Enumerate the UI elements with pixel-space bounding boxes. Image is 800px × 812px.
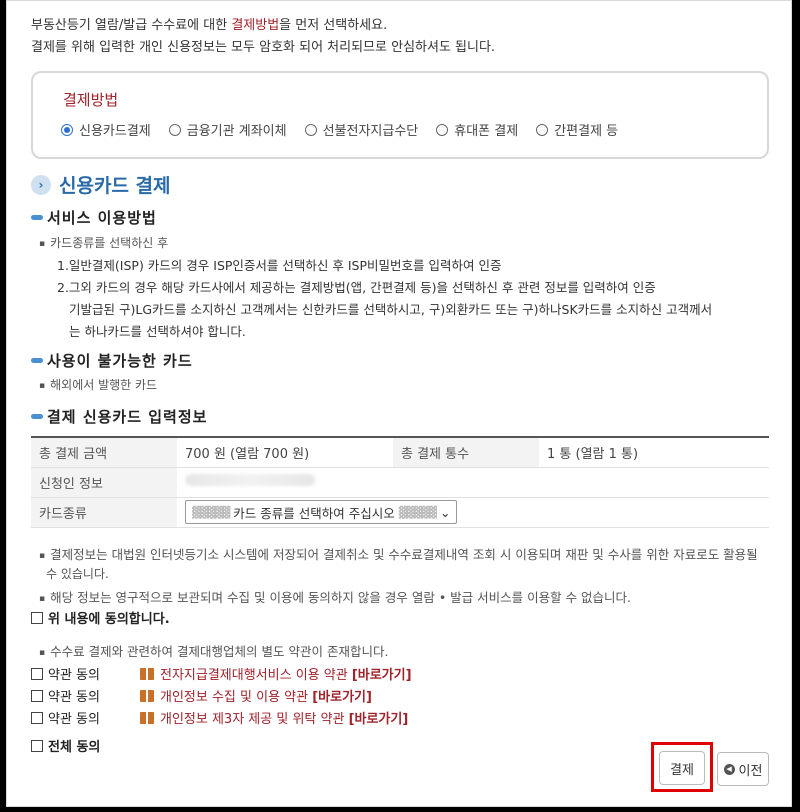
intro-accent: 결제방법 bbox=[231, 18, 280, 33]
applicant-label: 신청인 정보 bbox=[31, 467, 177, 498]
total-count-value: 1 통 (열람 1 통) bbox=[539, 437, 769, 468]
notice-1-line-1: 결제정보는 대법원 인터넷등기소 시스템에 저장되어 결제취소 및 수수료결제내… bbox=[39, 544, 758, 563]
card-info-title: 결제 신용카드 입력정보 bbox=[31, 406, 207, 427]
radio-button[interactable] bbox=[536, 123, 549, 136]
term-checkbox[interactable] bbox=[31, 689, 43, 702]
payment-page: 부동산등기 열람/발급 수수료에 대한 결제방법을 먼저 선택하세요. 결제를 … bbox=[6, 0, 792, 807]
bullet-pill-icon bbox=[31, 358, 43, 363]
card-type-select[interactable]: ▓▓▓▓▓ 카드 종류를 선택하여 주십시오 ▓▓▓▓▓ ⌄ bbox=[185, 500, 458, 524]
pay-button[interactable]: 결제 bbox=[659, 751, 705, 785]
radio-button[interactable] bbox=[304, 123, 317, 136]
radio-bank-transfer[interactable]: 금융기관 계좌이체 bbox=[168, 120, 287, 139]
book-icon bbox=[140, 667, 154, 680]
radio-button[interactable] bbox=[168, 123, 181, 136]
redacted-info bbox=[185, 474, 315, 486]
service-usage-item-2: 2.그외 카드의 경우 해당 카드사에서 제공하는 결제방법(앱, 간편결제 등… bbox=[57, 280, 656, 295]
prev-button[interactable]: ◀ 이전 bbox=[717, 752, 769, 786]
payment-method-box: 결제방법 신용카드결제 금융기관 계좌이체 선불전자지급수단 휴대폰 결제 간편… bbox=[31, 71, 769, 159]
payment-method-title: 결제방법 bbox=[63, 91, 119, 109]
back-arrow-icon: ◀ bbox=[723, 763, 735, 775]
chevron-right-icon: › bbox=[31, 174, 51, 195]
table-row: 신청인 정보 bbox=[31, 467, 769, 498]
radio-easy-pay[interactable]: 간편결제 등 bbox=[536, 120, 618, 139]
payment-method-options: 신용카드결제 금융기관 계좌이체 선불전자지급수단 휴대폰 결제 간편결제 등 bbox=[61, 120, 636, 139]
service-usage-title: 서비스 이용방법 bbox=[31, 207, 157, 228]
term-checkbox[interactable] bbox=[31, 711, 43, 724]
unavailable-title: 사용이 불가능한 카드 bbox=[31, 350, 193, 371]
term-link[interactable]: 개인정보 수집 및 이용 약관 [바로가기] bbox=[160, 686, 372, 705]
intro-text: 부동산등기 열람/발급 수수료에 대한 결제방법을 먼저 선택하세요. 결제를 … bbox=[31, 15, 495, 59]
card-info-table: 총 결제 금액 700 원 (열람 700 원) 총 결제 통수 1 통 (열람… bbox=[31, 436, 769, 528]
table-row: 카드종류 ▓▓▓▓▓ 카드 종류를 선택하여 주십시오 ▓▓▓▓▓ ⌄ bbox=[31, 497, 769, 528]
term-checkbox[interactable] bbox=[31, 667, 43, 680]
term-link[interactable]: 개인정보 제3자 제공 및 위탁 약관 [바로가기] bbox=[160, 708, 408, 727]
service-usage-note-2: 는 하나카드를 선택하셔야 합니다. bbox=[69, 324, 246, 339]
radio-button[interactable] bbox=[61, 123, 73, 136]
radio-mobile[interactable]: 휴대폰 결제 bbox=[436, 120, 518, 139]
notice-1-line-2: 수 있습니다. bbox=[46, 567, 109, 581]
total-count-label: 총 결제 통수 bbox=[393, 437, 539, 468]
radio-button[interactable] bbox=[436, 123, 449, 136]
agree-all-checkbox[interactable] bbox=[31, 739, 43, 752]
intro-line-1: 부동산등기 열람/발급 수수료에 대한 결제방법을 먼저 선택하세요. bbox=[31, 18, 388, 33]
agree-row[interactable]: 위 내용에 동의합니다. bbox=[31, 608, 170, 627]
unavailable-bullet: 해외에서 발행한 카드 bbox=[39, 376, 157, 393]
book-icon bbox=[140, 689, 154, 702]
chevron-down-icon: ⌄ bbox=[440, 504, 451, 520]
applicant-value bbox=[177, 467, 769, 498]
intro-line-2: 결제를 위해 입력한 개인 신용정보는 모두 암호화 되어 처리되므로 안심하셔… bbox=[31, 40, 496, 55]
radio-credit-card[interactable]: 신용카드결제 bbox=[61, 120, 151, 139]
radio-prepaid[interactable]: 선불전자지급수단 bbox=[304, 120, 418, 139]
term-row: 약관 동의 전자지급결제대행서비스 이용 약관 [바로가기] bbox=[31, 664, 412, 683]
service-usage-item-1: 1.일반결제(ISP) 카드의 경우 ISP인증서를 선택하신 후 ISP비밀번… bbox=[57, 258, 502, 273]
total-amount-label: 총 결제 금액 bbox=[31, 437, 177, 468]
bullet-pill-icon bbox=[31, 414, 43, 419]
table-row: 총 결제 금액 700 원 (열람 700 원) 총 결제 통수 1 통 (열람… bbox=[31, 437, 769, 468]
term-row: 약관 동의 개인정보 제3자 제공 및 위탁 약관 [바로가기] bbox=[31, 708, 408, 727]
term-row: 약관 동의 개인정보 수집 및 이용 약관 [바로가기] bbox=[31, 686, 372, 705]
notice-2: 해당 정보는 영구적으로 보관되며 수집 및 이용에 동의하지 않을 경우 열람… bbox=[39, 587, 631, 606]
book-icon bbox=[140, 711, 154, 724]
card-type-cell: ▓▓▓▓▓ 카드 종류를 선택하여 주십시오 ▓▓▓▓▓ ⌄ bbox=[177, 497, 769, 528]
card-type-label: 카드종류 bbox=[31, 497, 177, 528]
section-title: › 신용카드 결제 bbox=[31, 171, 171, 198]
service-usage-bullet: 카드종류를 선택하신 후 bbox=[39, 234, 168, 251]
service-usage-note-1: 기발급된 구)LG카드를 소지하신 고객께서는 신한카드를 선택하시고, 구)외… bbox=[69, 302, 713, 317]
total-amount-value: 700 원 (열람 700 원) bbox=[177, 437, 393, 468]
notice-3: 수수료 결제와 관련하여 결제대행업체의 별도 약관이 존재합니다. bbox=[39, 641, 388, 660]
term-link[interactable]: 전자지급결제대행서비스 이용 약관 [바로가기] bbox=[160, 664, 412, 683]
agree-checkbox[interactable] bbox=[31, 611, 43, 624]
agree-all-row[interactable]: 전체 동의 bbox=[31, 736, 100, 755]
bullet-pill-icon bbox=[31, 215, 43, 220]
